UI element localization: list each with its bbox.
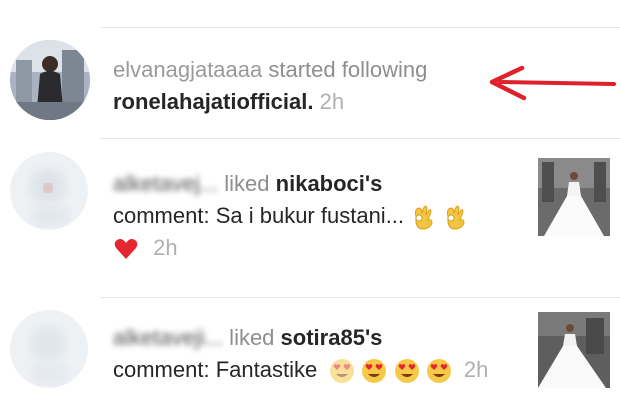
timestamp: 2h [319, 89, 345, 114]
comment-prefix: comment: [113, 203, 216, 228]
activity-text: elvanagjataaaa started following ronelah… [113, 54, 427, 118]
avatar[interactable] [10, 40, 90, 120]
possessive-suffix: 's [364, 171, 383, 196]
avatar[interactable] [10, 152, 88, 230]
comment-text: Sa i bukur fustani... [215, 203, 405, 228]
top-divider [100, 27, 620, 28]
target-username[interactable]: nikaboci [276, 171, 365, 196]
comment-prefix: comment: [113, 357, 216, 382]
username[interactable]: elvanagjataaaa [113, 57, 262, 82]
wedding-dress-photo [538, 158, 610, 236]
post-thumbnail[interactable] [538, 158, 610, 236]
action-text: started following [262, 57, 428, 82]
heart-eyes-icon [330, 359, 355, 384]
red-arrow-icon [489, 65, 616, 101]
blurred-avatar [10, 310, 88, 388]
activity-text: alketavej... liked nikaboci's comment: S… [113, 168, 468, 264]
username[interactable]: alketavej... [113, 171, 218, 196]
heart-eyes-icon [362, 359, 387, 384]
row-divider [100, 138, 620, 139]
blurred-avatar [10, 152, 88, 230]
timestamp: 2h [463, 357, 489, 382]
post-thumbnail[interactable] [538, 312, 610, 388]
target-username[interactable]: ronelahajatiofficial. [113, 89, 314, 114]
ok-hand-icon [415, 205, 433, 230]
avatar-photo [10, 40, 90, 120]
wedding-dress-photo [538, 312, 610, 388]
action-text: liked [223, 325, 281, 350]
heart-eyes-icon [394, 359, 419, 384]
heart-eyes-icon [426, 359, 451, 384]
ok-hand-icon [447, 205, 465, 230]
activity-text: alketaveji... liked sotira85's comment: … [113, 322, 488, 386]
timestamp: 2h [153, 235, 178, 260]
row-divider [100, 297, 620, 298]
target-username[interactable]: sotira85 [281, 325, 365, 350]
action-text: liked [218, 171, 276, 196]
possessive-suffix: 's [364, 325, 383, 350]
red-heart-icon [114, 239, 138, 260]
comment-text: Fantastike [215, 357, 318, 382]
avatar[interactable] [10, 310, 88, 388]
username[interactable]: alketaveji... [113, 325, 223, 350]
